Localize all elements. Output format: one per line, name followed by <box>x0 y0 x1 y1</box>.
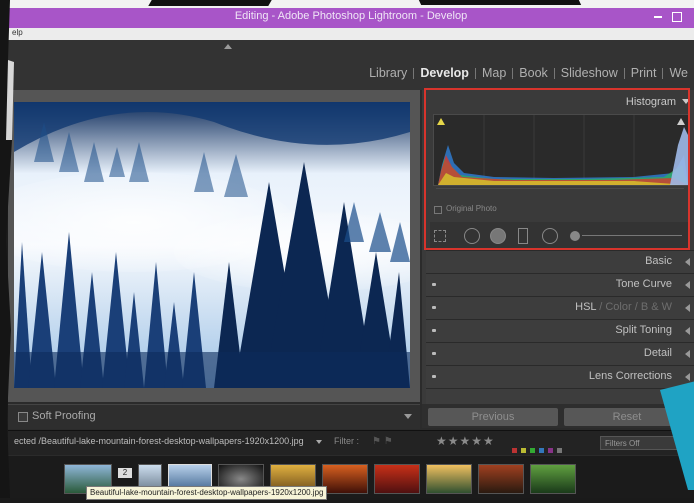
tab-hsl[interactable]: HSL <box>575 301 596 313</box>
histogram-highlight-box <box>424 88 690 250</box>
panel-detail-label: Detail <box>643 347 672 359</box>
panel-next-partial <box>426 388 694 405</box>
color-label-purple[interactable] <box>548 448 553 453</box>
window-controls <box>654 10 684 24</box>
panel-toggle-switch[interactable] <box>432 329 436 332</box>
module-book[interactable]: Book <box>513 66 554 80</box>
color-label-yellow[interactable] <box>521 448 526 453</box>
expand-panel-icon[interactable] <box>685 258 690 266</box>
panel-toggle-switch[interactable] <box>432 306 436 309</box>
panel-split-toning-label: Split Toning <box>615 324 672 336</box>
panel-toggle-switch[interactable] <box>432 283 436 286</box>
filmstrip-thumbnail[interactable] <box>530 464 576 494</box>
panel-toggle-switch[interactable] <box>432 352 436 355</box>
panel-tone-curve-label: Tone Curve <box>615 278 672 290</box>
expand-panel-icon[interactable] <box>685 304 690 312</box>
color-label-blue[interactable] <box>539 448 544 453</box>
teal-graphic-overlay <box>660 380 694 490</box>
window-title: Editing - Adobe Photoshop Lightroom - De… <box>234 10 468 22</box>
source-path[interactable]: ected /Beautiful-lake-mountain-forest-de… <box>14 436 304 446</box>
color-label-green[interactable] <box>530 448 535 453</box>
torn-edge-overlay <box>0 0 24 498</box>
menu-bar: elp <box>8 28 694 40</box>
soft-proofing-label: Soft Proofing <box>32 410 96 422</box>
collapse-top-panel-icon[interactable] <box>224 44 232 49</box>
expand-panel-icon[interactable] <box>685 350 690 358</box>
toolbar-content-dropdown-icon[interactable] <box>404 414 412 419</box>
module-picker-bar <box>8 40 694 90</box>
module-map[interactable]: Map <box>476 66 512 80</box>
panel-basic-label: Basic <box>645 255 672 267</box>
color-label-red[interactable] <box>512 448 517 453</box>
filmstrip-thumbnail[interactable] <box>322 464 368 494</box>
filmstrip-thumbnail[interactable] <box>478 464 524 494</box>
torn-shard <box>148 0 272 6</box>
source-dropdown-icon[interactable] <box>316 440 322 444</box>
filmstrip-thumbnail[interactable] <box>374 464 420 494</box>
panel-toggle-switch[interactable] <box>432 375 436 378</box>
minimize-icon[interactable] <box>654 16 662 18</box>
panel-hsl-color-bw[interactable]: HSL / Color / B & W <box>426 296 694 319</box>
panel-hsl-label: HSL / Color / B & W <box>575 301 672 313</box>
panel-basic[interactable]: Basic <box>426 250 694 273</box>
window-titlebar: Editing - Adobe Photoshop Lightroom - De… <box>8 8 694 28</box>
module-library[interactable]: Library <box>363 66 413 80</box>
forest-photo-image <box>14 102 410 388</box>
previous-button[interactable]: Previous <box>428 408 558 426</box>
flag-filter-icon[interactable]: ⚑ ⚑ <box>372 436 393 447</box>
color-label-none[interactable] <box>557 448 562 453</box>
filter-label: Filter : <box>334 436 360 446</box>
panel-detail[interactable]: Detail <box>426 342 694 365</box>
module-print[interactable]: Print <box>625 66 663 80</box>
module-slideshow[interactable]: Slideshow <box>555 66 624 80</box>
color-label-filter <box>512 440 566 453</box>
module-develop[interactable]: Develop <box>414 66 475 80</box>
expand-panel-icon[interactable] <box>685 281 690 289</box>
stack-count-badge[interactable]: 2 <box>118 468 132 478</box>
maximize-icon[interactable] <box>672 12 682 22</box>
panel-tone-curve[interactable]: Tone Curve <box>426 273 694 296</box>
expand-panel-icon[interactable] <box>685 327 690 335</box>
main-photo[interactable] <box>14 102 410 388</box>
rating-filter[interactable]: ★★★★★ <box>436 434 495 448</box>
module-web[interactable]: We <box>663 66 694 80</box>
panel-split-toning[interactable]: Split Toning <box>426 319 694 342</box>
tab-bw[interactable]: B & W <box>641 301 672 313</box>
panel-lens-corrections[interactable]: Lens Corrections <box>426 365 694 388</box>
module-picker: Library Develop Map Book Slideshow Print We <box>363 66 694 82</box>
torn-shard <box>418 0 582 5</box>
filmstrip-thumbnail[interactable] <box>426 464 472 494</box>
tab-color[interactable]: Color <box>605 301 631 313</box>
